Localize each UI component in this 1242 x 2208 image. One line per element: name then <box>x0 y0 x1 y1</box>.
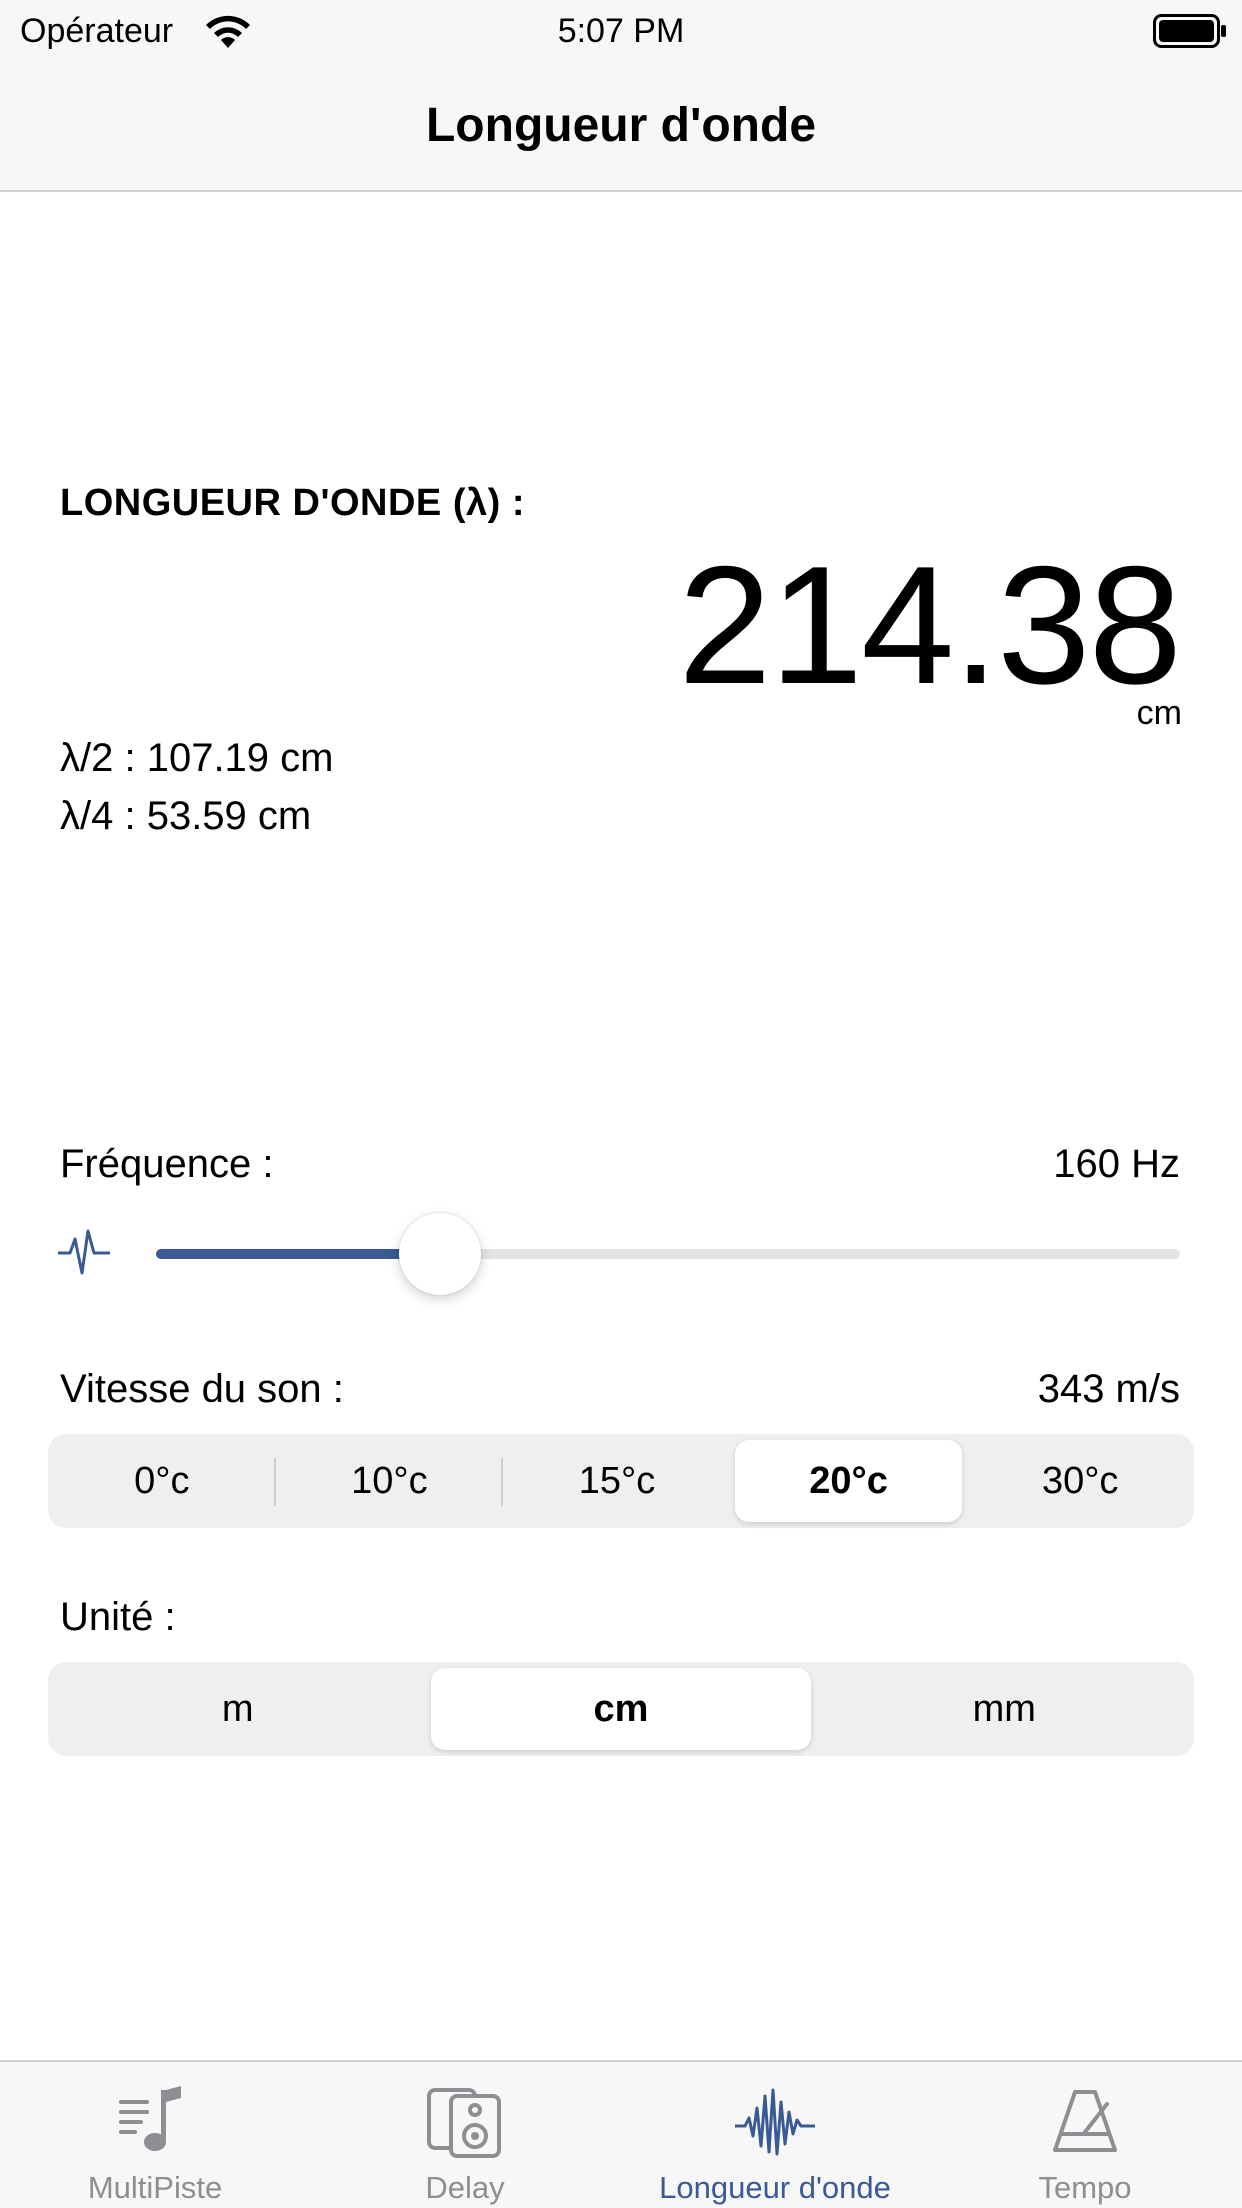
tab-multipiste[interactable]: MultiPiste <box>0 2062 310 2208</box>
segment-unit-m[interactable]: m <box>48 1662 427 1756</box>
half-wavelength: λ/2 : 107.19 cm <box>60 736 334 780</box>
tab-tempo[interactable]: Tempo <box>930 2062 1240 2208</box>
quarter-wavelength: λ/4 : 53.59 cm <box>60 794 312 838</box>
battery-icon <box>1153 14 1226 48</box>
segment-temp-15[interactable]: 15°c <box>503 1434 731 1528</box>
navigation-bar: Longueur d'onde <box>0 64 1242 192</box>
frequency-slider-thumb[interactable] <box>398 1213 481 1295</box>
segment-temp-0[interactable]: 0°c <box>48 1434 276 1528</box>
unit-label: Unité : <box>60 1595 176 1639</box>
temperature-segmented-control: 0°c 10°c 15°c 20°c 30°c <box>48 1434 1194 1528</box>
segment-unit-mm[interactable]: mm <box>815 1662 1194 1756</box>
segment-temp-30[interactable]: 30°c <box>966 1434 1194 1528</box>
wavelength-unit: cm <box>1136 694 1182 732</box>
speaker-icon <box>427 2088 501 2158</box>
tab-label: Tempo <box>1038 2170 1132 2205</box>
music-list-icon <box>119 2086 181 2151</box>
frequency-slider-fill <box>156 1249 440 1259</box>
wavelength-label: LONGUEUR D'ONDE (λ) : <box>60 482 525 524</box>
frequency-label: Fréquence : <box>60 1142 274 1186</box>
tab-delay[interactable]: Delay <box>310 2062 620 2208</box>
unit-segmented-control: m cm mm <box>48 1662 1194 1756</box>
tab-label: Delay <box>425 2170 505 2205</box>
page-title: Longueur d'onde <box>425 99 817 152</box>
wavelength-value: 214.38 <box>678 531 1182 719</box>
segment-unit-cm[interactable]: cm <box>431 1668 811 1750</box>
segment-temp-10[interactable]: 10°c <box>276 1434 504 1528</box>
frequency-value: 160 Hz <box>1053 1142 1180 1186</box>
tab-label: Longueur d'onde <box>659 2170 891 2205</box>
tab-label: MultiPiste <box>87 2170 223 2205</box>
tab-bar: MultiPiste Delay Longueur d'onde Tempo <box>0 2060 1242 2208</box>
status-bar: Opérateur 5:07 PM <box>0 0 1242 64</box>
metronome-icon <box>1053 2090 1117 2152</box>
status-time: 5:07 PM <box>557 12 685 50</box>
pulse-icon <box>58 1229 110 1275</box>
frequency-slider[interactable] <box>156 1213 1180 1295</box>
tab-longueur-onde[interactable]: Longueur d'onde <box>620 2062 930 2208</box>
sound-speed-label: Vitesse du son : <box>60 1367 344 1411</box>
waveform-icon <box>735 2088 815 2156</box>
segment-temp-20[interactable]: 20°c <box>734 1440 963 1522</box>
sound-speed-value: 343 m/s <box>1037 1367 1180 1411</box>
